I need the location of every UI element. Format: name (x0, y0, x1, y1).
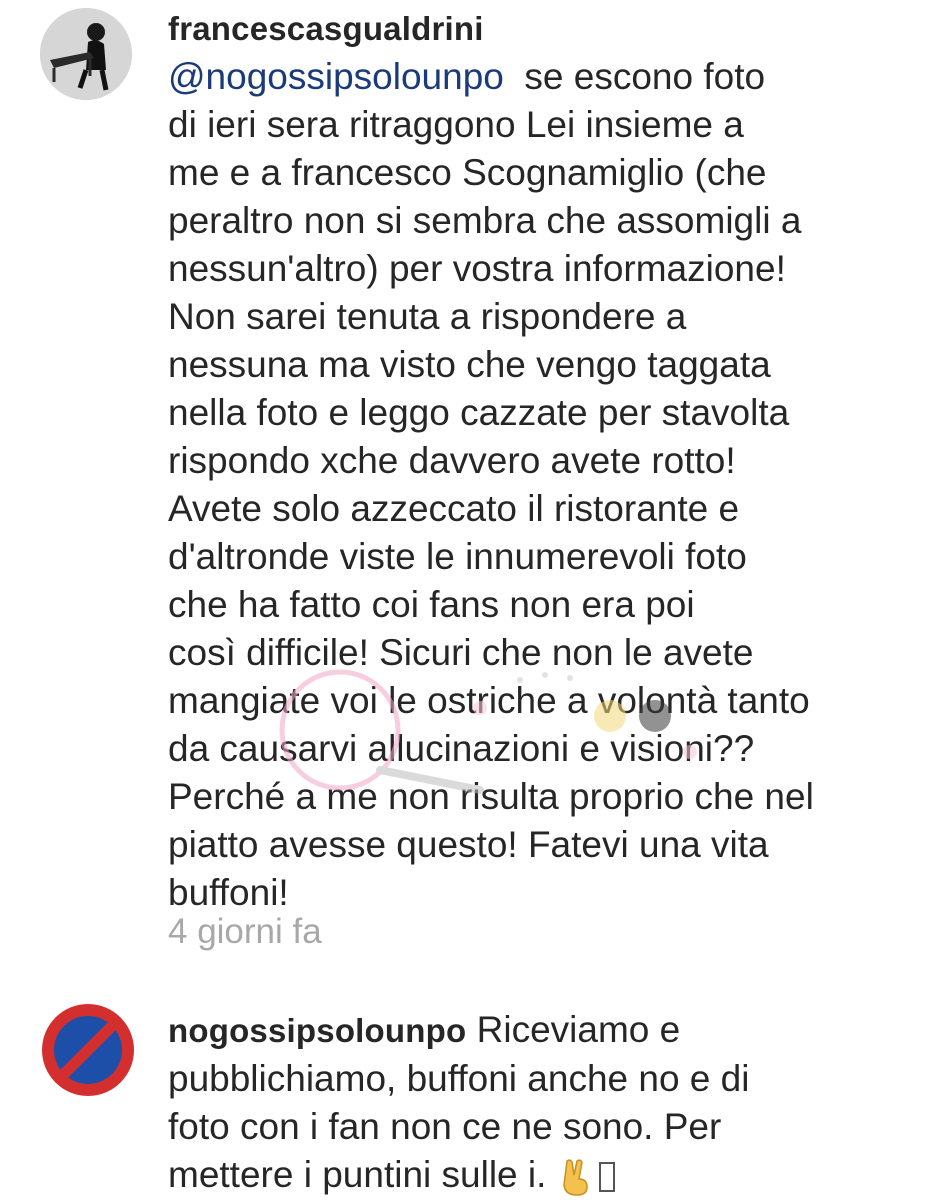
person-at-piano-icon (40, 8, 132, 100)
comment-francescasgualdrini: francescasgualdrini @nogossipsolounpo se… (0, 0, 944, 990)
comment-text: mangiate voi le ostriche a volontà tanto (168, 680, 810, 721)
no-parking-sign-icon (42, 1004, 134, 1096)
missing-glyph-icon (598, 1162, 615, 1193)
comment-text: mettere i puntini sulle i. (168, 1154, 547, 1195)
comment-text: nessun'altro) per vostra informazione! (168, 248, 786, 289)
victory-hand-icon (562, 1159, 588, 1196)
avatar-francescasgualdrini[interactable] (40, 8, 132, 100)
comment-text: me e a francesco Scognamiglio (che (168, 152, 767, 193)
comment-text-line: mettere i puntini sulle i. (168, 1151, 888, 1199)
comment-text: Perché a me non risulta proprio che nel (168, 776, 814, 817)
comment-text: che ha fatto coi fans non era poi (168, 584, 695, 625)
mention-link[interactable]: @nogossipsolounpo (168, 56, 504, 97)
comment-text: di ieri sera ritraggono Lei insieme a (168, 104, 744, 145)
comment-text: pubblichiamo, buffoni anche no e di (168, 1058, 750, 1099)
comment-body: francescasgualdrini @nogossipsolounpo se… (168, 4, 888, 917)
comment-text: se escono foto (524, 56, 766, 97)
comment-text: rispondo xche davvero avete rotto! (168, 440, 736, 481)
comment-text: Non sarei tenuta a rispondere a (168, 296, 687, 337)
comment-text: Riceviamo e (476, 1009, 681, 1050)
comment-text: d'altronde viste le innumerevoli foto (168, 536, 747, 577)
comment-nogossipsolounpo: nogossipsolounpo Riceviamo e pubblichiam… (0, 990, 944, 1200)
comment-text: peraltro non si sembra che assomigli a (168, 200, 802, 241)
comment-username[interactable]: francescasgualdrini (168, 10, 484, 47)
comment-text: da causarvi allucinazioni e visioni?? (168, 728, 755, 769)
comment-text: così difficile! Sicuri che non le avete (168, 632, 754, 673)
comment-text: foto con i fan non ce ne sono. Per (168, 1106, 722, 1147)
comment-text-line: @nogossipsolounpo se escono foto (168, 53, 888, 101)
avatar-nogossipsolounpo[interactable] (40, 1002, 136, 1098)
comment-username[interactable]: nogossipsolounpo (168, 1012, 466, 1049)
comment-timestamp: 4 giorni fa (168, 912, 322, 951)
comment-text: nella foto e leggo cazzate per stavolta (168, 392, 790, 433)
comment-text: piatto avesse questo! Fatevi una vita (168, 824, 769, 865)
comment-text: nessuna ma visto che vengo taggata (168, 344, 771, 385)
comment-text-line: nogossipsolounpo Riceviamo e (168, 1006, 888, 1055)
comment-text: Avete solo azzeccato il ristorante e (168, 488, 740, 529)
comment-body: nogossipsolounpo Riceviamo e pubblichiam… (168, 1006, 888, 1199)
comment-text: buffoni! (168, 872, 289, 913)
comment-username-line: francescasgualdrini (168, 4, 888, 53)
